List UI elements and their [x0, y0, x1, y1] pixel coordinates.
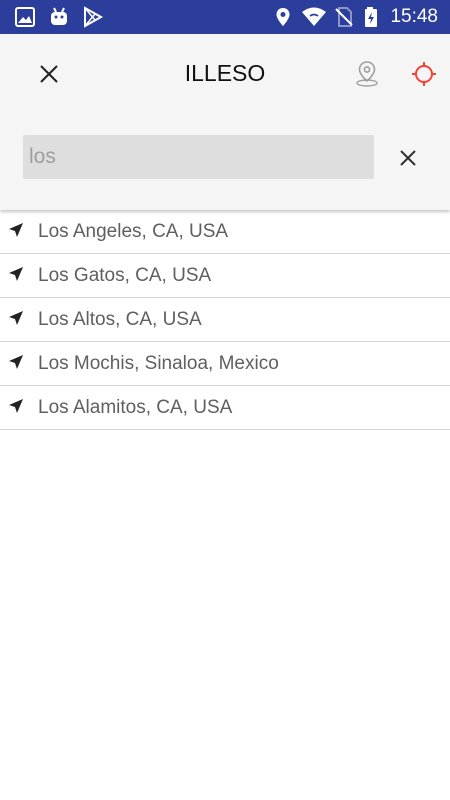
crosshair-icon [412, 62, 436, 86]
result-label: Los Altos, CA, USA [38, 309, 202, 330]
no-sim-icon [333, 6, 355, 28]
navigation-arrow-icon [9, 267, 23, 281]
result-label: Los Angeles, CA, USA [38, 221, 229, 242]
search-input[interactable] [29, 135, 369, 179]
list-item[interactable]: Los Altos, CA, USA [0, 298, 450, 342]
result-label: Los Mochis, Sinaloa, Mexico [38, 353, 279, 374]
search-box[interactable] [23, 135, 374, 179]
status-bar: 15:48 [0, 0, 450, 34]
wifi-icon [301, 6, 327, 28]
results-list: Los Angeles, CA, USA Los Gatos, CA, USA … [0, 210, 450, 430]
status-time: 15:48 [390, 6, 438, 27]
android-icon [48, 6, 70, 28]
navigation-arrow-icon [9, 355, 23, 369]
clear-search-button[interactable] [388, 138, 428, 178]
map-location-button[interactable] [347, 54, 387, 94]
navigation-arrow-icon [9, 399, 23, 413]
navigation-arrow-icon [9, 223, 23, 237]
list-item[interactable]: Los Angeles, CA, USA [0, 210, 450, 254]
close-icon [400, 150, 416, 166]
list-item[interactable]: Los Gatos, CA, USA [0, 254, 450, 298]
location-pin-icon [272, 6, 294, 28]
list-item[interactable]: Los Mochis, Sinaloa, Mexico [0, 342, 450, 386]
map-pin-outline-icon [356, 61, 378, 87]
image-icon [14, 6, 36, 28]
current-location-button[interactable] [404, 54, 444, 94]
play-store-icon [82, 6, 104, 28]
list-item[interactable]: Los Alamitos, CA, USA [0, 386, 450, 430]
result-label: Los Gatos, CA, USA [38, 265, 212, 286]
battery-charging-icon [361, 6, 383, 28]
result-label: Los Alamitos, CA, USA [38, 397, 233, 418]
navigation-arrow-icon [9, 311, 23, 325]
